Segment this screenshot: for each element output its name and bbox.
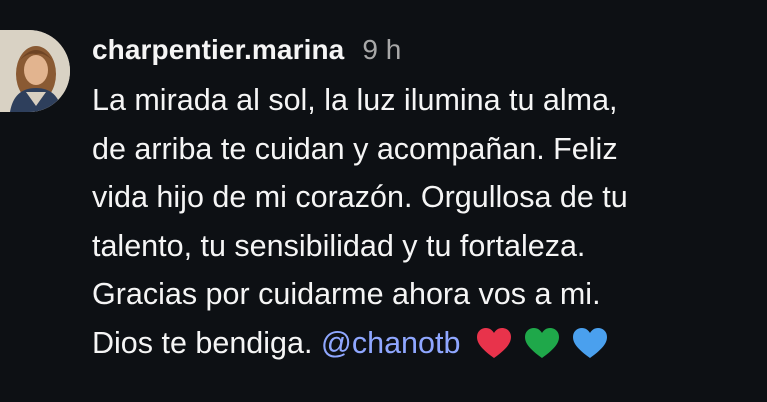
comment-line: La mirada al sol, la luz ilumina tu alma… <box>92 83 618 117</box>
mention-link[interactable]: @chanotb <box>321 326 461 360</box>
red-heart-icon <box>477 327 512 358</box>
comment-text: La mirada al sol, la luz ilumina tu alma… <box>92 76 752 367</box>
username-link[interactable]: charpentier.marina <box>92 34 344 66</box>
comment-line: Dios te bendiga. <box>92 325 313 360</box>
avatar-photo <box>0 30 70 112</box>
comment-line: vida hijo de mi corazón. Orgullosa de tu <box>92 180 628 214</box>
avatar[interactable] <box>0 30 70 112</box>
comment-line: Gracias por cuidarme ahora vos a mi. <box>92 277 601 311</box>
green-heart-icon <box>525 327 560 358</box>
comment-header: charpentier.marina 9 h <box>92 34 752 74</box>
comment-last-line: Dios te bendiga. @chanotb <box>92 319 752 368</box>
comment-line: talento, tu sensibilidad y tu fortaleza. <box>92 228 586 263</box>
heart-emojis <box>476 327 608 359</box>
comment-content: charpentier.marina 9 h La mirada al sol,… <box>92 34 752 367</box>
blue-heart-icon <box>573 327 608 358</box>
timestamp[interactable]: 9 h <box>362 34 401 66</box>
comment: charpentier.marina 9 h La mirada al sol,… <box>0 0 767 402</box>
comment-line: de arriba te cuidan y acompañan. Feliz <box>92 131 618 166</box>
